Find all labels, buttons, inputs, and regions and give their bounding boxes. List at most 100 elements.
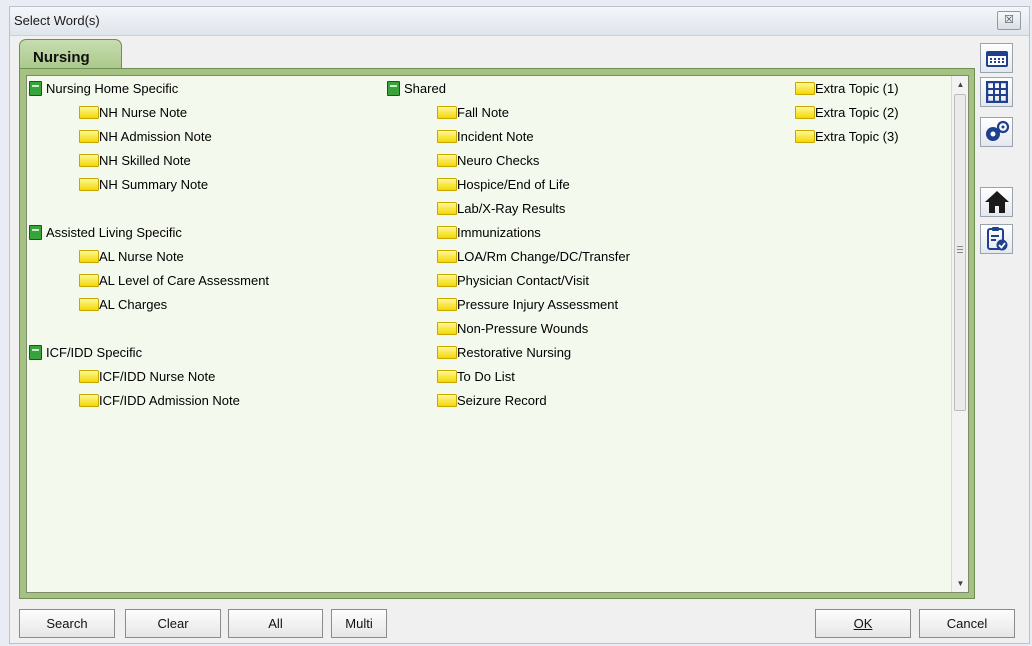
topic-item[interactable]: Pressure Injury Assessment [387, 292, 630, 316]
topic-label: Immunizations [457, 224, 541, 240]
cancel-button[interactable]: Cancel [919, 609, 1015, 638]
tab-nursing[interactable]: Nursing [19, 39, 122, 69]
topic-label: Lab/X-Ray Results [457, 200, 566, 216]
gears-icon [985, 120, 1009, 141]
topic-label: ICF/IDD Nurse Note [99, 368, 216, 384]
folder-icon [437, 345, 457, 359]
tab-panel: Nursing Home Specific NH Nurse Note NH Adm… [19, 68, 975, 599]
topic-item[interactable]: NH Nurse Note [29, 100, 269, 124]
folder-icon [437, 129, 457, 143]
topic-item[interactable]: LOA/Rm Change/DC/Transfer [387, 244, 630, 268]
topic-item[interactable]: To Do List [387, 364, 630, 388]
folder-icon [795, 105, 815, 119]
folder-icon [437, 393, 457, 407]
topic-item[interactable]: AL Charges [29, 292, 269, 316]
topic-label: AL Level of Care Assessment [99, 272, 270, 288]
topic-label: Extra Topic (3) [815, 128, 899, 144]
topic-item[interactable]: Neuro Checks [387, 148, 630, 172]
topic-label: NH Skilled Note [99, 152, 191, 168]
folder-icon [437, 153, 457, 167]
topic-item[interactable]: Fall Note [387, 100, 630, 124]
topic-item[interactable]: Hospice/End of Life [387, 172, 630, 196]
topic-item[interactable]: ICF/IDD Nurse Note [29, 364, 269, 388]
close-button[interactable]: ☒ [997, 11, 1021, 30]
topic-item[interactable]: Incident Note [387, 124, 630, 148]
settings-button[interactable] [980, 117, 1013, 147]
tree-column-2: Shared Fall Note Incident Note Neuro Checks… [387, 76, 630, 412]
topic-label: Pressure Injury Assessment [457, 296, 619, 312]
topic-item[interactable]: Non-Pressure Wounds [387, 316, 630, 340]
topic-label: Physician Contact/Visit [457, 272, 589, 288]
category-header[interactable]: Assisted Living Specific [29, 220, 269, 244]
category-label: ICF/IDD Specific [46, 344, 143, 360]
title-bar: Select Word(s) ☒ [10, 7, 1029, 36]
ok-button[interactable]: OK [815, 609, 911, 638]
topic-item[interactable]: NH Admission Note [29, 124, 269, 148]
topic-label: Fall Note [457, 104, 510, 120]
folder-icon [79, 177, 99, 191]
calendar-button[interactable] [980, 43, 1013, 73]
scroll-thumb[interactable] [954, 94, 966, 411]
topic-item[interactable]: Seizure Record [387, 388, 630, 412]
topic-item[interactable]: Restorative Nursing [387, 340, 630, 364]
folder-icon [795, 81, 815, 95]
topic-label: AL Nurse Note [99, 248, 184, 264]
book-icon [29, 344, 42, 360]
folder-icon [795, 129, 815, 143]
topic-label: Neuro Checks [457, 152, 540, 168]
topic-item[interactable]: NH Skilled Note [29, 148, 269, 172]
clear-button[interactable]: Clear [125, 609, 221, 638]
topic-item[interactable]: Physician Contact/Visit [387, 268, 630, 292]
topic-item[interactable]: AL Nurse Note [29, 244, 269, 268]
right-toolbar [976, 37, 1018, 607]
folder-icon [437, 105, 457, 119]
home-button[interactable] [980, 187, 1013, 217]
topic-label: Non-Pressure Wounds [457, 320, 589, 336]
search-button[interactable]: Search [19, 609, 115, 638]
folder-icon [79, 129, 99, 143]
topic-label: To Do List [457, 368, 515, 384]
window-title: Select Word(s) [14, 13, 100, 28]
folder-icon [79, 393, 99, 407]
folder-icon [79, 105, 99, 119]
close-icon: ☒ [1004, 14, 1014, 26]
topic-item[interactable]: Immunizations [387, 220, 630, 244]
vertical-scrollbar[interactable]: ▲ ▼ [951, 76, 968, 592]
book-icon [29, 224, 42, 240]
topic-item[interactable]: AL Level of Care Assessment [29, 268, 269, 292]
topic-item[interactable]: Extra Topic (3) [795, 124, 899, 148]
calendar-icon [985, 51, 1008, 67]
scroll-up-arrow-icon[interactable]: ▲ [952, 76, 968, 93]
clipboard-button[interactable] [980, 224, 1013, 254]
select-words-dialog: Select Word(s) ☒ Nursing Nursing Home Sp… [9, 6, 1030, 644]
topic-item[interactable]: Extra Topic (2) [795, 100, 899, 124]
topic-item[interactable]: ICF/IDD Admission Note [29, 388, 269, 412]
grid-button[interactable] [980, 77, 1013, 107]
folder-icon [79, 297, 99, 311]
home-icon [984, 191, 1009, 213]
category-label: Nursing Home Specific [46, 80, 179, 96]
topic-label: Extra Topic (1) [815, 80, 899, 96]
topic-item[interactable]: Extra Topic (1) [795, 76, 899, 100]
multi-button[interactable]: Multi [331, 609, 387, 638]
folder-icon [437, 369, 457, 383]
category-header[interactable]: ICF/IDD Specific [29, 340, 269, 364]
folder-icon [437, 321, 457, 335]
topic-label: Seizure Record [457, 392, 547, 408]
scroll-down-arrow-icon[interactable]: ▼ [952, 575, 968, 592]
topic-label: NH Nurse Note [99, 104, 188, 120]
folder-icon [437, 177, 457, 191]
category-label: Shared [404, 80, 446, 96]
topic-label: NH Admission Note [99, 128, 212, 144]
all-button[interactable]: All [228, 609, 323, 638]
topic-item[interactable]: NH Summary Note [29, 172, 269, 196]
topic-label: LOA/Rm Change/DC/Transfer [457, 248, 630, 264]
topic-label: NH Summary Note [99, 176, 209, 192]
folder-icon [79, 369, 99, 383]
category-header[interactable]: Nursing Home Specific [29, 76, 269, 100]
topic-label: Incident Note [457, 128, 534, 144]
topic-item[interactable]: Lab/X-Ray Results [387, 196, 630, 220]
category-header[interactable]: Shared [387, 76, 630, 100]
